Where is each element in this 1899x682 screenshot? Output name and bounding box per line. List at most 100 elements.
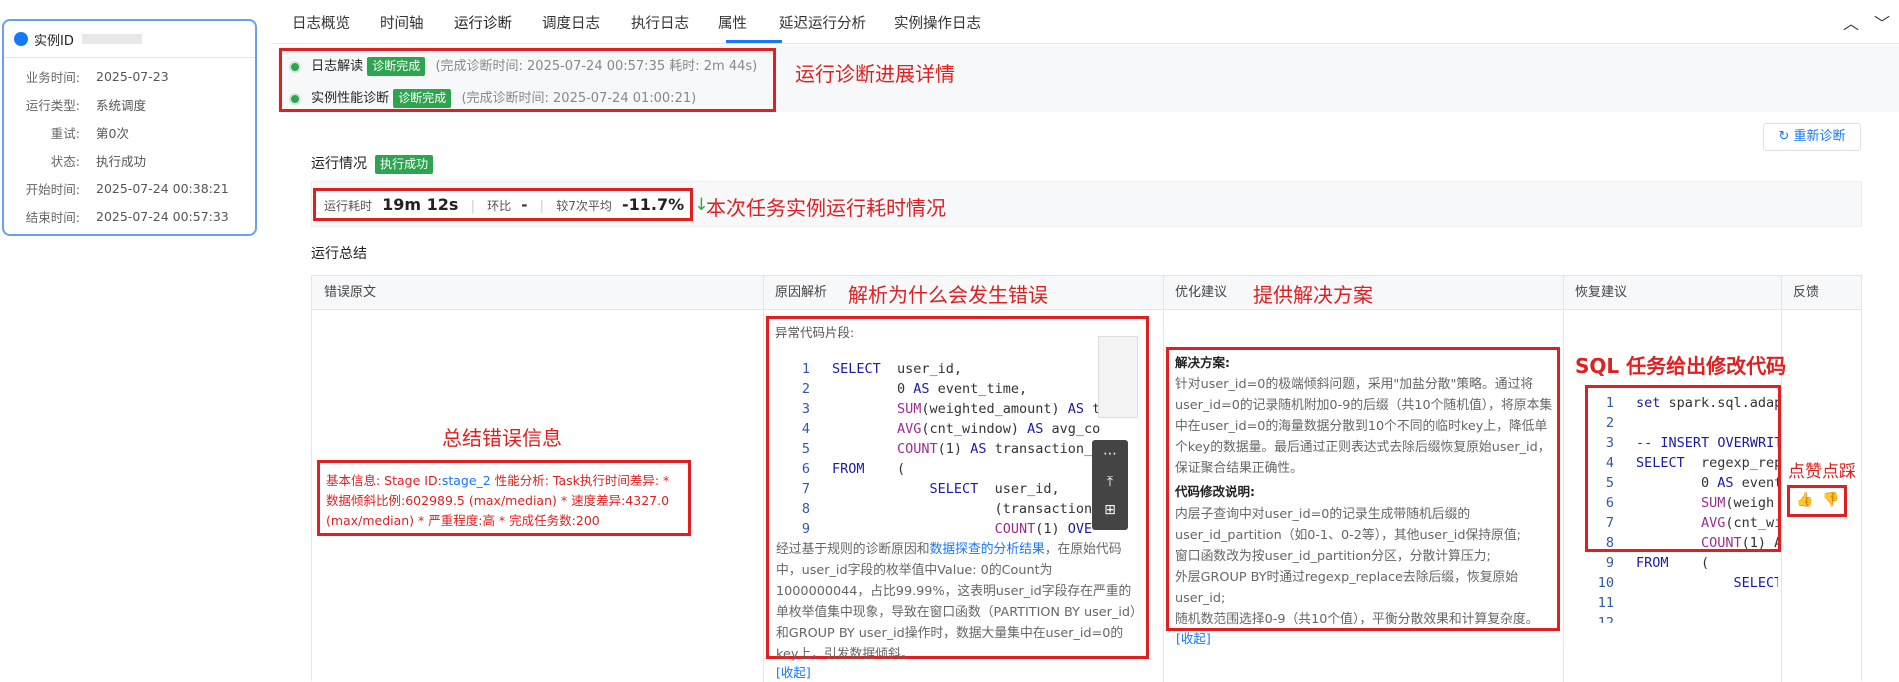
thumbs-up-icon[interactable]: 👍 [1796, 492, 1813, 508]
fullscreen-icon[interactable]: ⊞ [1092, 496, 1128, 524]
tab-3[interactable]: 调度日志 [542, 12, 600, 33]
upload-icon[interactable]: ⤒ [1092, 468, 1128, 496]
duration-label: 运行耗时 [324, 199, 373, 213]
annotation-cause: 解析为什么会发生错误 [848, 283, 1048, 307]
rediagnose-label: 重新诊断 [1793, 129, 1846, 144]
annotation-progress: 运行诊断进展详情 [795, 62, 955, 86]
th-optimize: 优化建议 [1175, 285, 1228, 300]
info-value: 2025-07-24 00:57:33 [96, 208, 229, 224]
info-row: 开始时间: 2025-07-24 00:38:21 [4, 174, 255, 202]
annotation-solution: 提供解决方案 [1253, 283, 1373, 307]
code-line: 1 set spark.sql.adap [1605, 395, 1778, 411]
code-line: 1 SELECT user_id, [801, 361, 963, 377]
collapse-solution-link[interactable]: [收起] [1176, 628, 1211, 647]
info-label: 业务时间: [25, 69, 80, 85]
info-row: 运行类型: 系统调度 [4, 90, 255, 118]
solution-title: 解决方案: [1175, 355, 1230, 370]
diagnosis-item-log: 日志解读 诊断完成 (完成诊断时间: 2025-07-24 00:57:35 耗… [289, 55, 757, 76]
code-toolbar: ⋯ ⤒ ⊞ [1092, 440, 1128, 530]
info-label: 重试: [50, 125, 80, 141]
info-value: 2025-07-23 [96, 68, 169, 84]
run-duration-box: 运行耗时 19m 12s | 环比 - | 较7次平均 -11.7% ↓ [313, 188, 709, 221]
instance-id-label: 实例ID [34, 33, 74, 49]
data-explore-link[interactable]: 数据探查的分析结果 [930, 542, 1045, 557]
annotation-duration: 本次任务实例运行耗时情况 [706, 196, 946, 220]
expand-down-icon[interactable]: ﹀ [1874, 10, 1890, 34]
diagnosis-progress-box: 日志解读 诊断完成 (完成诊断时间: 2025-07-24 00:57:35 耗… [279, 48, 776, 112]
status-dot-icon [289, 92, 301, 105]
tab-4[interactable]: 执行日志 [631, 12, 689, 33]
instance-info-panel: 实例ID 业务时间: 2025-07-23 运行类型: 系统调度 重试: 第0次 状态: 执行… [2, 19, 257, 236]
feedback-box: 👍 👎 [1787, 485, 1847, 517]
info-label: 结束时间: [25, 209, 80, 225]
code-line: 8 (transaction [801, 501, 1093, 517]
tab-7[interactable]: 实例操作日志 [894, 12, 981, 33]
cause-text: 经过基于规则的诊断原因和数据探查的分析结果，在原始代码中，user_id字段的枚… [776, 542, 1143, 662]
tab-6[interactable]: 延迟运行分析 [779, 12, 866, 33]
diag-detail: (完成诊断时间: 2025-07-24 01:00:21) [461, 91, 697, 106]
solution-text: 针对user_id=0的极端倾斜问题，采用"加盐分散"策略。通过将user_id… [1175, 377, 1553, 476]
code-line: 3 SUM(weighted_amount) AS t [801, 401, 1101, 417]
info-value: 第0次 [96, 125, 129, 141]
diag-name: 日志解读 [311, 59, 364, 74]
info-value: 执行成功 [96, 153, 147, 169]
code-line: 3 -- INSERT OVERWRIT [1605, 435, 1778, 451]
code-line: 4 SELECT regexp_rep [1605, 455, 1778, 471]
collapse-up-icon[interactable]: ︿ [1843, 10, 1859, 34]
info-value: 2025-07-24 00:38:21 [96, 180, 229, 196]
tab-2[interactable]: 运行诊断 [454, 12, 512, 33]
code-line: 9 FROM ( [1605, 555, 1710, 571]
code-change-text: 内层子查询中对user_id=0的记录生成带随机后缀的user_id_parti… [1175, 507, 1539, 627]
rediagnose-button[interactable]: ↻ 重新诊断 [1763, 123, 1861, 151]
run-status-row: 运行情况 执行成功 [311, 153, 434, 174]
stage-link[interactable]: stage_2 [442, 473, 491, 488]
info-label: 状态: [50, 153, 80, 169]
collapse-cause-link[interactable]: [收起] [776, 662, 811, 681]
code-minimap [1098, 336, 1138, 418]
info-row: 重试: 第0次 [4, 118, 255, 146]
tab-0[interactable]: 日志概览 [292, 12, 350, 33]
code-line: 11 [1597, 595, 1614, 611]
drag-handle-icon[interactable]: ⋯ [1092, 440, 1128, 468]
code-line: 9 COUNT(1) OVE [801, 521, 1093, 537]
code-line: 2 0 AS event_time, [801, 381, 1028, 397]
code-line: 5 0 AS event [1605, 475, 1778, 491]
instance-id-value-masked [81, 34, 142, 44]
run-title: 运行情况 [311, 156, 367, 172]
avg-value: -11.7% [621, 195, 685, 214]
th-feedback: 反馈 [1793, 285, 1820, 300]
code-line: 7 AVG(cnt_wi [1605, 515, 1778, 531]
th-error: 错误原文 [324, 285, 377, 300]
info-label: 运行类型: [25, 97, 80, 113]
tab-1[interactable]: 时间轴 [380, 12, 424, 33]
tab-5[interactable]: 属性 [718, 12, 747, 33]
info-row: 业务时间: 2025-07-23 [4, 62, 255, 90]
table-header [312, 276, 1861, 310]
code-line: 7 SELECT user_id, [801, 481, 1060, 497]
diag-detail: (完成诊断时间: 2025-07-24 00:57:35 耗时: 2m 44s) [435, 59, 758, 74]
thumbs-down-icon[interactable]: 👎 [1822, 492, 1839, 508]
info-label: 开始时间: [25, 181, 80, 197]
instance-icon [14, 32, 28, 46]
instance-id-header: 实例ID [4, 21, 255, 58]
code-change-title: 代码修改说明: [1175, 484, 1255, 499]
ratio-value: - [521, 196, 528, 214]
status-dot-icon [289, 60, 301, 73]
code-line: 6 SUM(weigh [1605, 495, 1775, 511]
error-prefix: 基本信息: Stage ID: [326, 473, 442, 488]
annotation-sql: SQL 任务给出修改代码 [1575, 354, 1787, 378]
diagnosis-item-perf: 实例性能诊断 诊断完成 (完成诊断时间: 2025-07-24 01:00:21… [289, 87, 696, 108]
code-line: 5 COUNT(1) AS transaction_ [801, 441, 1093, 457]
refresh-icon: ↻ [1778, 129, 1790, 144]
annotation-error: 总结错误信息 [442, 426, 562, 450]
annotation-like: 点赞点踩 [1788, 462, 1856, 482]
run-status-badge: 执行成功 [375, 155, 434, 174]
duration-value: 19m 12s [382, 195, 459, 214]
fix-code-editor: 1 set spark.sql.adap 2 3 -- INSERT OVERWRIT 4… [1590, 393, 1778, 623]
avg-label: 较7次平均 [556, 199, 612, 213]
info-row: 结束时间: 2025-07-24 00:57:33 [4, 202, 255, 230]
code-line: 2 [1605, 415, 1614, 431]
error-summary-box: 基本信息: Stage ID:stage_2 性能分析: Task执行时间差异:… [317, 460, 691, 536]
code-line: 10 SELECT [1597, 575, 1778, 591]
info-value: 系统调度 [96, 97, 147, 113]
